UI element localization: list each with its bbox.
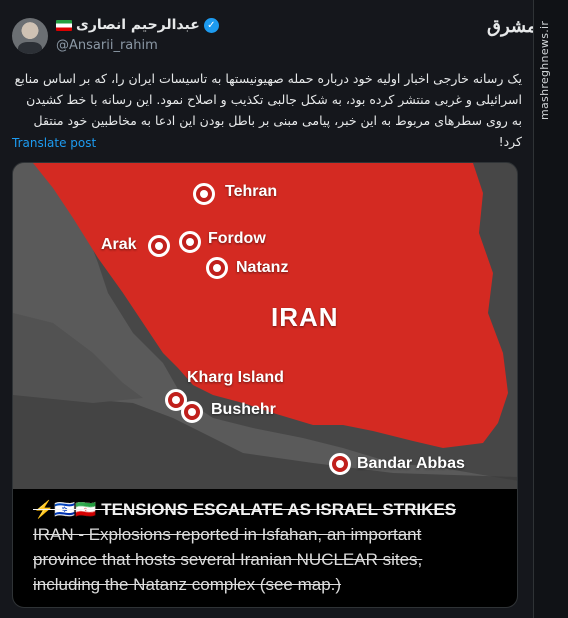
map-pin-tehran <box>193 183 215 205</box>
brand-logo-text: مشرق <box>487 16 537 37</box>
map-graphic <box>13 163 517 489</box>
site-watermark: mashreghnews.ir <box>538 20 551 120</box>
map-label-fordow: Fordow <box>208 230 266 247</box>
map-label-iran: IRAN <box>271 302 339 332</box>
map-pin-arak <box>148 235 170 257</box>
caption-line-1: ⚡🇮🇱🇮🇷 TENSIONS ESCALATE AS ISRAEL STRIKE… <box>33 500 457 519</box>
map-label-arak: Arak <box>101 236 137 253</box>
caption-line-3: province that hosts several Iranian NUCL… <box>33 550 423 569</box>
author-display-name[interactable]: عبدالرحیم انصاری <box>76 17 200 33</box>
post-media[interactable]: Tehran Arak Fordow Natanz IRAN Kharg Isl… <box>12 162 518 608</box>
map-pin-fordow <box>179 231 201 253</box>
map-pin-natanz <box>206 257 228 279</box>
map-label-tehran: Tehran <box>225 183 278 200</box>
media-caption: ⚡🇮🇱🇮🇷 TENSIONS ESCALATE AS ISRAEL STRIKE… <box>13 489 517 607</box>
map-pin-bandar-abbas <box>329 453 351 475</box>
map-image: Tehran Arak Fordow Natanz IRAN Kharg Isl… <box>13 163 517 489</box>
caption-line-4: including the Natanz complex (see map.) <box>33 575 342 594</box>
iran-flag-icon <box>56 19 72 31</box>
brand-logo: مشرق <box>487 16 537 42</box>
verified-badge-icon: ✓ <box>203 17 219 33</box>
avatar[interactable] <box>12 18 48 54</box>
map-label-bandar-abbas: Bandar Abbas <box>357 455 465 472</box>
map-label-bushehr: Bushehr <box>211 401 276 418</box>
post-card: عبدالرحیم انصاری ✓ @Ansarii_rahim مشرق ی… <box>0 0 537 618</box>
caption-line-2: IRAN - Explosions reported in Isfahan, a… <box>33 525 422 544</box>
map-label-kharg-island: Kharg Island <box>187 369 284 386</box>
translate-post-link[interactable]: Translate post <box>12 136 96 150</box>
author-name-row: عبدالرحیم انصاری ✓ <box>56 17 219 33</box>
map-pin-bushehr <box>181 401 203 423</box>
author-handle[interactable]: @Ansarii_rahim <box>56 38 158 53</box>
map-label-natanz: Natanz <box>236 259 289 276</box>
